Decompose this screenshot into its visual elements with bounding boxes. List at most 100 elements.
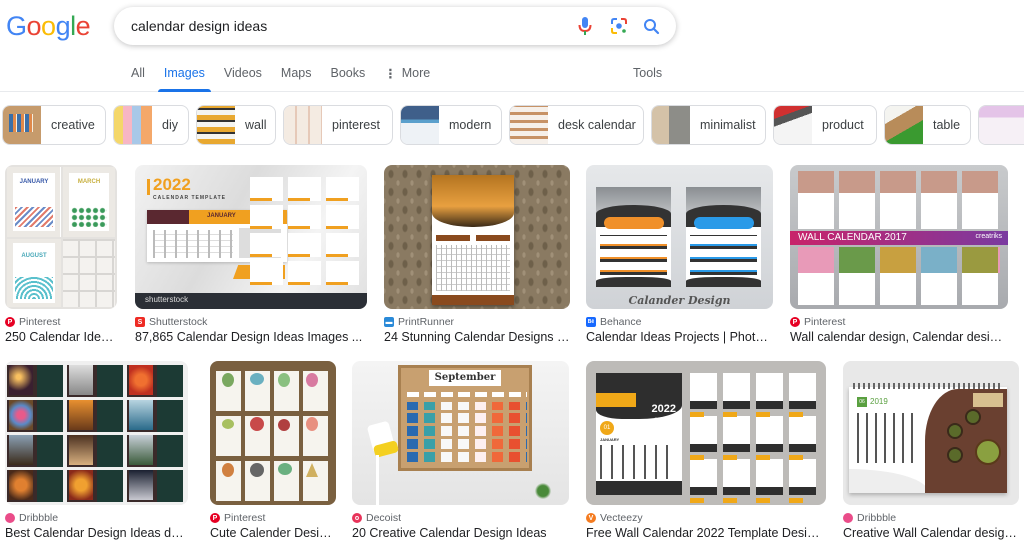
- source-name: Shutterstock: [149, 316, 208, 328]
- chip-thumbnail: [114, 106, 152, 144]
- tab-maps[interactable]: Maps: [281, 66, 312, 92]
- shutterstock-favicon-icon: S: [135, 317, 145, 327]
- chip-table[interactable]: table: [884, 105, 971, 145]
- tab-images[interactable]: Images: [157, 66, 211, 92]
- result-image[interactable]: [384, 165, 570, 309]
- tab-videos[interactable]: Videos: [224, 66, 262, 92]
- chip-thumbnail: [3, 106, 41, 144]
- chip-desk-calendar[interactable]: desk calendar: [509, 105, 644, 145]
- result-image[interactable]: [210, 361, 336, 505]
- result-source[interactable]: P Pinterest: [790, 316, 845, 328]
- chip-thumbnail: [652, 106, 690, 144]
- search-box: [114, 7, 676, 45]
- logo-letter: o: [26, 11, 42, 41]
- logo-letter: e: [75, 11, 91, 41]
- image-text: creatriks: [975, 233, 1002, 240]
- decoist-favicon-icon: o: [352, 513, 362, 523]
- google-lens-icon[interactable]: [609, 16, 629, 36]
- result-source[interactable]: Bē Behance: [586, 316, 641, 328]
- chip-diy[interactable]: diy: [113, 105, 189, 145]
- chip-more[interactable]: [978, 105, 1024, 145]
- chip-label: pinterest: [332, 118, 380, 132]
- result-title[interactable]: Calendar Ideas Projects | Photos ...: [586, 330, 773, 344]
- result-image[interactable]: JANUARY MARCH AUGUST: [5, 165, 117, 309]
- behance-favicon-icon: Bē: [586, 317, 596, 327]
- result-title[interactable]: 250 Calendar Ideas ...: [5, 330, 117, 344]
- result-title[interactable]: Creative Wall Calendar designs...: [843, 526, 1019, 540]
- result-title[interactable]: 24 Stunning Calendar Designs fo...: [384, 330, 570, 344]
- source-name: Pinterest: [804, 316, 846, 328]
- chip-creative[interactable]: creative: [2, 105, 106, 145]
- image-text: WALL CALENDAR 2017: [798, 232, 907, 243]
- logo-letter: o: [41, 11, 56, 41]
- image-text: JANUARY: [207, 213, 236, 219]
- result-source[interactable]: V Vecteezy: [586, 512, 643, 524]
- result-title[interactable]: 20 Creative Calendar Design Ideas: [352, 526, 569, 540]
- image-text: MARCH: [77, 179, 101, 185]
- chip-thumbnail: [510, 106, 548, 144]
- tab-more[interactable]: ⋮ More: [384, 66, 430, 92]
- chip-minimalist[interactable]: minimalist: [651, 105, 766, 145]
- chip-thumbnail: [979, 106, 1024, 144]
- result-source[interactable]: Dribbble: [843, 512, 896, 524]
- result-source[interactable]: P Pinterest: [210, 512, 265, 524]
- image-text: 2022: [651, 403, 676, 415]
- search-tabs: All Images Videos Maps Books ⋮ More: [131, 66, 449, 92]
- result-image[interactable]: 2022 CALENDAR 01 JANUARY: [586, 361, 826, 505]
- result-image[interactable]: 06 2019: [843, 361, 1019, 505]
- result-source[interactable]: Dribbble: [5, 512, 58, 524]
- google-logo[interactable]: Google: [6, 11, 91, 42]
- result-source[interactable]: S Shutterstock: [135, 316, 207, 328]
- microphone-icon[interactable]: [575, 16, 595, 36]
- dribbble-favicon-icon: [843, 513, 853, 523]
- image-text: JANUARY: [19, 179, 49, 185]
- chip-wall[interactable]: wall: [196, 105, 276, 145]
- result-image[interactable]: Calander Design: [586, 165, 773, 309]
- chip-label: diy: [162, 118, 178, 132]
- chip-thumbnail: [284, 106, 322, 144]
- image-text: 06: [859, 399, 865, 405]
- chip-product[interactable]: product: [773, 105, 877, 145]
- search-input[interactable]: [131, 7, 571, 45]
- source-name: PrintRunner: [398, 316, 455, 328]
- result-source[interactable]: o Decoist: [352, 512, 401, 524]
- source-name: Behance: [600, 316, 642, 328]
- logo-letter: g: [55, 11, 71, 41]
- result-title[interactable]: Wall calendar design, Calendar design ..…: [790, 330, 1008, 344]
- chip-thumbnail: [774, 106, 812, 144]
- chip-pinterest[interactable]: pinterest: [283, 105, 393, 145]
- result-title[interactable]: Cute Calender Desig...: [210, 526, 336, 540]
- image-text: AUGUST: [21, 253, 47, 259]
- chip-label: desk calendar: [558, 118, 636, 132]
- source-name: Pinterest: [19, 316, 61, 328]
- result-image[interactable]: [5, 361, 188, 505]
- source-name: Dribbble: [19, 512, 59, 524]
- tab-all[interactable]: All: [131, 66, 145, 92]
- result-image[interactable]: September: [352, 361, 569, 505]
- chip-modern[interactable]: modern: [400, 105, 502, 145]
- chip-thumbnail: [197, 106, 235, 144]
- pinterest-favicon-icon: P: [210, 513, 220, 523]
- chip-label: product: [822, 118, 864, 132]
- image-text: CALENDAR: [654, 416, 676, 421]
- tools-button[interactable]: Tools: [633, 66, 662, 80]
- tab-books[interactable]: Books: [330, 66, 365, 92]
- chip-label: table: [933, 118, 961, 132]
- source-name: Pinterest: [224, 512, 266, 524]
- search-icon[interactable]: [641, 16, 661, 36]
- result-source[interactable]: P Pinterest: [5, 316, 60, 328]
- source-name: Dribbble: [857, 512, 897, 524]
- result-source[interactable]: ▬ PrintRunner: [384, 316, 454, 328]
- result-image[interactable]: 2022 CALENDAR TEMPLATE JANUARY 2022 shut…: [135, 165, 367, 309]
- logo-letter: G: [6, 11, 27, 41]
- result-title[interactable]: Best Calendar Design Ideas desig...: [5, 526, 188, 540]
- result-image[interactable]: WALL CALENDAR 2017 creatriks: [790, 165, 1008, 309]
- vecteezy-favicon-icon: V: [586, 513, 596, 523]
- chip-label: modern: [449, 118, 492, 132]
- image-text: Calander Design: [628, 294, 731, 307]
- image-text: 2022: [153, 175, 191, 194]
- result-title[interactable]: Free Wall Calendar 2022 Template Design …: [586, 526, 826, 540]
- result-title[interactable]: 87,865 Calendar Design Ideas Images ...: [135, 330, 367, 344]
- more-vert-icon: ⋮: [384, 67, 397, 81]
- image-text: 01: [603, 425, 611, 431]
